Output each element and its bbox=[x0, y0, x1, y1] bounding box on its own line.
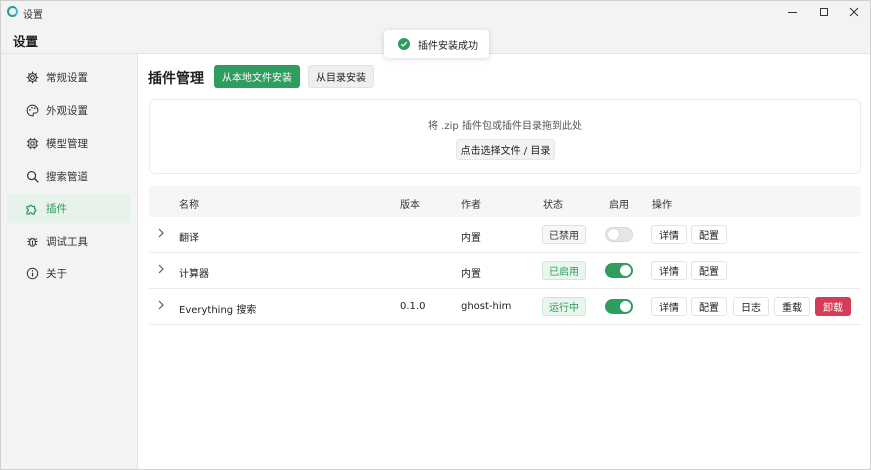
plugin-dropzone[interactable]: 将 .zip 插件包或插件目录拖到此处 点击选择文件 / 目录 bbox=[149, 99, 861, 174]
sidebar: 常规设置 外观设置 模型管理 搜索管道 插件 调试工具 关于 bbox=[1, 54, 138, 469]
column-header-name[interactable]: 名称 bbox=[179, 196, 199, 211]
config-button[interactable]: 配置 bbox=[691, 297, 727, 316]
status-badge: 已启用 bbox=[542, 261, 586, 280]
column-header-status[interactable]: 状态 bbox=[543, 196, 563, 211]
plugin-table-header: 名称 版本 作者 状态 启用 操作 bbox=[149, 186, 861, 217]
maximize-icon bbox=[820, 8, 828, 16]
app-logo-icon bbox=[7, 6, 18, 17]
sidebar-item-plugins[interactable]: 插件 bbox=[7, 194, 131, 223]
table-row[interactable]: 计算器 内置 已启用 详情 配置 bbox=[149, 253, 861, 289]
close-icon bbox=[849, 7, 859, 17]
bug-icon bbox=[25, 235, 39, 249]
toggle-knob bbox=[620, 301, 631, 312]
sidebar-item-debug-tools[interactable]: 调试工具 bbox=[7, 227, 131, 256]
toggle-knob bbox=[620, 265, 631, 276]
sidebar-item-appearance[interactable]: 外观设置 bbox=[7, 96, 131, 125]
enable-toggle[interactable] bbox=[605, 299, 633, 314]
title-bar[interactable]: 设置 bbox=[1, 1, 870, 23]
maximize-button[interactable] bbox=[809, 1, 839, 23]
puzzle-icon bbox=[25, 202, 39, 216]
sidebar-item-label: 调试工具 bbox=[46, 236, 88, 248]
install-from-directory-button[interactable]: 从目录安装 bbox=[308, 65, 374, 88]
close-button[interactable] bbox=[839, 1, 869, 23]
plugin-name: Everything 搜索 bbox=[179, 305, 257, 316]
config-button[interactable]: 配置 bbox=[691, 225, 727, 244]
minimize-button[interactable] bbox=[777, 1, 807, 23]
sidebar-item-label: 搜索管道 bbox=[46, 171, 88, 183]
expand-chevron-icon[interactable] bbox=[157, 228, 165, 241]
check-circle-icon bbox=[398, 38, 410, 50]
page-header: 设置 bbox=[13, 34, 39, 49]
toast-message: 插件安装成功 bbox=[418, 40, 478, 52]
sidebar-item-models[interactable]: 模型管理 bbox=[7, 129, 131, 158]
window-title: 设置 bbox=[23, 10, 43, 21]
info-icon bbox=[25, 267, 39, 281]
column-header-version[interactable]: 版本 bbox=[400, 196, 420, 211]
sidebar-item-label: 插件 bbox=[46, 203, 67, 215]
expand-chevron-icon[interactable] bbox=[157, 300, 165, 313]
plugin-management-panel: 插件管理 从本地文件安装 从目录安装 将 .zip 插件包或插件目录拖到此处 点… bbox=[138, 54, 870, 469]
install-from-local-file-button[interactable]: 从本地文件安装 bbox=[214, 65, 300, 88]
sidebar-item-label: 模型管理 bbox=[46, 138, 88, 150]
dropzone-hint: 将 .zip 插件包或插件目录拖到此处 bbox=[428, 121, 582, 132]
page-title: 插件管理 bbox=[148, 71, 204, 87]
toggle-knob bbox=[608, 229, 619, 240]
palette-icon bbox=[25, 104, 39, 118]
sidebar-item-label: 关于 bbox=[46, 268, 67, 280]
sidebar-item-label: 常规设置 bbox=[46, 72, 88, 84]
minimize-icon bbox=[787, 11, 797, 13]
plugin-author: ghost-him bbox=[461, 301, 512, 312]
config-button[interactable]: 配置 bbox=[691, 261, 727, 280]
table-row[interactable]: 翻译 内置 已禁用 详情 配置 bbox=[149, 217, 861, 253]
sidebar-item-general[interactable]: 常规设置 bbox=[7, 63, 131, 92]
plugin-version: 0.1.0 bbox=[400, 301, 426, 312]
sidebar-item-about[interactable]: 关于 bbox=[7, 259, 131, 288]
sidebar-item-label: 外观设置 bbox=[46, 105, 88, 117]
plugin-name: 翻译 bbox=[179, 233, 199, 244]
column-header-author[interactable]: 作者 bbox=[461, 196, 481, 211]
column-header-actions: 操作 bbox=[652, 200, 672, 211]
uninstall-button[interactable]: 卸载 bbox=[815, 297, 851, 316]
plugin-author: 内置 bbox=[461, 233, 481, 244]
search-icon bbox=[25, 170, 39, 184]
gear-icon bbox=[25, 71, 39, 85]
sidebar-item-search-pipeline[interactable]: 搜索管道 bbox=[7, 162, 131, 191]
table-row[interactable]: Everything 搜索 0.1.0 ghost-him 运行中 详情 配置 … bbox=[149, 289, 861, 325]
details-button[interactable]: 详情 bbox=[651, 261, 687, 280]
chip-icon bbox=[25, 137, 39, 151]
details-button[interactable]: 详情 bbox=[651, 225, 687, 244]
reload-button[interactable]: 重载 bbox=[774, 297, 810, 316]
enable-toggle[interactable] bbox=[605, 263, 633, 278]
settings-window: 设置 设置 常规设置 外观设置 模型管理 搜索管道 插件 调试工具 关于 插件管… bbox=[0, 0, 871, 470]
plugin-author: 内置 bbox=[461, 269, 481, 280]
logs-button[interactable]: 日志 bbox=[733, 297, 769, 316]
plugin-name: 计算器 bbox=[179, 269, 209, 280]
status-badge: 已禁用 bbox=[542, 225, 586, 244]
column-header-enabled[interactable]: 启用 bbox=[609, 196, 629, 211]
choose-file-button[interactable]: 点击选择文件 / 目录 bbox=[456, 139, 555, 160]
details-button[interactable]: 详情 bbox=[651, 297, 687, 316]
enable-toggle[interactable] bbox=[605, 227, 633, 242]
status-badge: 运行中 bbox=[542, 297, 586, 316]
expand-chevron-icon[interactable] bbox=[157, 264, 165, 277]
success-toast: 插件安装成功 bbox=[384, 30, 489, 58]
